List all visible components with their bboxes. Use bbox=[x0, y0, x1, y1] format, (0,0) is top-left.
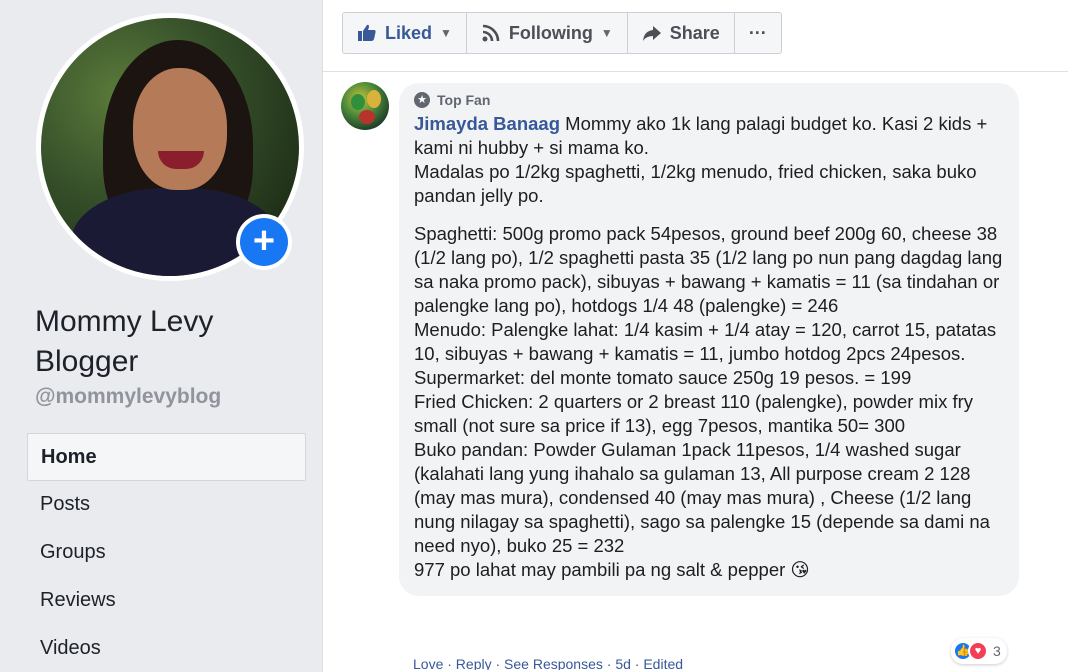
star-icon: ★ bbox=[414, 92, 430, 108]
liked-label: Liked bbox=[385, 22, 433, 43]
avatar-detail bbox=[351, 94, 365, 110]
avatar-detail bbox=[359, 110, 375, 124]
action-button-group: Liked ▼ Following ▼ Share ··· bbox=[342, 12, 782, 54]
nav-item-reviews[interactable]: Reviews bbox=[27, 577, 306, 625]
comment-intro: Jimayda Banaag Mommy ako 1k lang palagi … bbox=[414, 112, 1004, 160]
share-label: Share bbox=[669, 22, 720, 43]
top-fan-badge: ★ Top Fan bbox=[414, 92, 1004, 108]
left-sidebar: + Mommy Levy Blogger @mommylevyblog Home… bbox=[0, 0, 322, 672]
avatar-detail bbox=[367, 90, 381, 108]
following-label: Following bbox=[508, 22, 593, 43]
thumbs-up-icon bbox=[357, 23, 377, 43]
comment-buko: Buko pandan: Powder Gulaman 1pack 11peso… bbox=[414, 439, 990, 556]
avatar-face bbox=[133, 68, 227, 190]
main-content: Liked ▼ Following ▼ Share ··· ★ Top Fan … bbox=[322, 0, 1068, 672]
comment-total: 977 po lahat may pambili pa ng salt & pe… bbox=[414, 559, 810, 580]
comment-menudo: Menudo: Palengke lahat: 1/4 kasim + 1/4 … bbox=[414, 319, 997, 388]
comment-spaghetti: Spaghetti: 500g promo pack 54pesos, grou… bbox=[414, 223, 1003, 316]
commenter-avatar[interactable] bbox=[341, 82, 389, 130]
rss-feed-icon bbox=[481, 23, 501, 43]
love-reaction-icon: ♥ bbox=[968, 641, 988, 661]
page-action-bar: Liked ▼ Following ▼ Share ··· bbox=[323, 0, 1068, 72]
more-options-button[interactable]: ··· bbox=[735, 13, 781, 53]
comment-action-links[interactable]: Love · Reply · See Responses · 5d · Edit… bbox=[413, 656, 683, 670]
comment-body: Jimayda Banaag Mommy ako 1k lang palagi … bbox=[414, 112, 1004, 582]
add-photo-button[interactable]: + bbox=[236, 214, 292, 270]
chevron-down-icon: ▼ bbox=[600, 26, 613, 40]
reaction-summary[interactable]: 👍 ♥ 3 bbox=[951, 638, 1007, 664]
plus-icon: + bbox=[240, 218, 288, 266]
liked-button[interactable]: Liked ▼ bbox=[343, 13, 467, 53]
share-arrow-icon bbox=[642, 23, 662, 43]
top-fan-label: Top Fan bbox=[437, 92, 491, 108]
page-handle[interactable]: @mommylevyblog bbox=[35, 385, 221, 409]
comment-intro-line2: Madalas po 1/2kg spaghetti, 1/2kg menudo… bbox=[414, 161, 977, 206]
comment-author-link[interactable]: Jimayda Banaag bbox=[414, 113, 560, 134]
nav-item-videos[interactable]: Videos bbox=[27, 625, 306, 672]
nav-item-groups[interactable]: Groups bbox=[27, 529, 306, 577]
chevron-down-icon: ▼ bbox=[440, 26, 452, 40]
page-title: Mommy Levy Blogger bbox=[35, 305, 214, 378]
following-button[interactable]: Following ▼ bbox=[467, 13, 628, 53]
comment-chicken: Fried Chicken: 2 quarters or 2 breast 11… bbox=[414, 391, 974, 436]
more-dots-icon: ··· bbox=[748, 22, 767, 43]
share-button[interactable]: Share bbox=[628, 13, 735, 53]
reaction-count: 3 bbox=[993, 643, 1001, 659]
page-navigation: Home Posts Groups Reviews Videos bbox=[27, 433, 306, 672]
nav-item-home[interactable]: Home bbox=[27, 433, 306, 481]
comment-bubble: ★ Top Fan Jimayda Banaag Mommy ako 1k la… bbox=[399, 83, 1019, 596]
nav-item-posts[interactable]: Posts bbox=[27, 481, 306, 529]
